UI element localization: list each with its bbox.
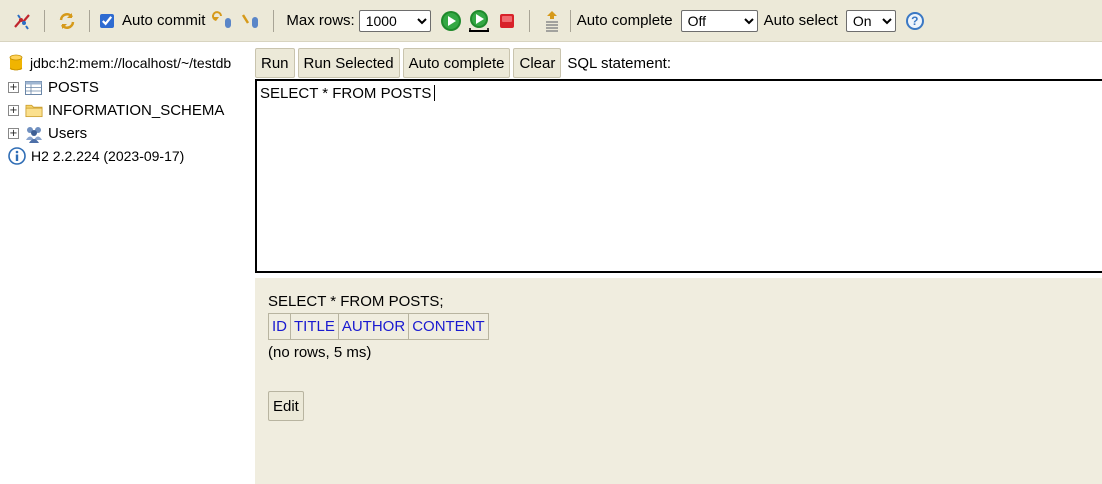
toolbar-separator (528, 9, 530, 32)
result-panel: SELECT * FROM POSTS; ID TITLE AUTHOR CON… (255, 278, 1102, 484)
column-header-content[interactable]: CONTENT (408, 313, 489, 340)
sql-editor[interactable]: SELECT * FROM POSTS (255, 79, 1102, 273)
expand-icon[interactable]: + (8, 82, 19, 93)
column-header-id[interactable]: ID (268, 313, 291, 340)
edit-button[interactable]: Edit (268, 391, 304, 421)
disconnect-icon[interactable] (10, 9, 34, 33)
stop-icon[interactable] (495, 9, 519, 33)
folder-icon (25, 103, 43, 119)
expand-icon[interactable]: + (8, 105, 19, 116)
history-icon[interactable] (540, 9, 564, 33)
tree-item-users[interactable]: + Users (8, 125, 88, 143)
run-button[interactable]: Run (255, 48, 295, 78)
database-icon (9, 54, 23, 71)
rollback-icon[interactable] (211, 9, 235, 33)
table-icon (25, 80, 43, 96)
max-rows-select[interactable]: 1000 (358, 9, 431, 32)
toolbar-separator (569, 9, 571, 32)
toolbar: Auto commit Max rows: 1000 Auto complete… (0, 0, 1102, 42)
auto-commit-checkbox[interactable] (100, 13, 114, 28)
query-button-row: Run Run Selected Auto complete Clear SQL… (255, 48, 671, 78)
query-panel: Run Run Selected Auto complete Clear SQL… (255, 42, 1102, 484)
tree-item-posts[interactable]: + POSTS (8, 79, 99, 96)
sql-editor-text: SELECT * FROM POSTS (260, 85, 432, 102)
auto-select-label: Auto select (763, 12, 838, 29)
auto-complete-select[interactable]: Off (680, 9, 758, 32)
version-label: H2 2.2.224 (2023-09-17) (31, 148, 185, 164)
expand-icon[interactable]: + (8, 128, 19, 139)
result-header-row: ID TITLE AUTHOR CONTENT (268, 313, 489, 340)
tree-item-label: Users (48, 125, 88, 142)
result-meta: (no rows, 5 ms) (268, 344, 372, 361)
result-table: ID TITLE AUTHOR CONTENT (268, 313, 489, 340)
connection-url: jdbc:h2:mem://localhost/~/testdb (30, 55, 232, 71)
auto-complete-button[interactable]: Auto complete (402, 48, 511, 78)
run-icon[interactable] (439, 9, 463, 33)
auto-select-select[interactable]: On (845, 9, 896, 32)
run-selected-button[interactable]: Run Selected (297, 48, 400, 78)
column-header-title[interactable]: TITLE (290, 313, 339, 340)
toolbar-separator (44, 9, 45, 32)
sql-statement-label: SQL statement: (567, 54, 672, 72)
connection-node[interactable]: jdbc:h2:mem://localhost/~/testdb (9, 54, 232, 71)
clear-button[interactable]: Clear (513, 48, 562, 78)
toolbar-separator (89, 9, 90, 32)
version-node: H2 2.2.224 (2023-09-17) (8, 147, 185, 165)
commit-icon[interactable] (239, 9, 263, 33)
run-selected-icon[interactable] (467, 9, 491, 33)
auto-commit-label: Auto commit (122, 12, 206, 29)
object-tree: jdbc:h2:mem://localhost/~/testdb + POSTS… (0, 42, 255, 484)
tree-item-label: INFORMATION_SCHEMA (48, 102, 225, 119)
toolbar-separator (273, 9, 275, 32)
column-header-author[interactable]: AUTHOR (337, 313, 410, 340)
tree-item-label: POSTS (48, 79, 99, 96)
text-caret (434, 85, 436, 101)
users-icon (25, 126, 43, 143)
result-sql: SELECT * FROM POSTS; (268, 293, 444, 310)
info-icon (8, 147, 26, 165)
help-icon[interactable]: ? (905, 11, 924, 30)
refresh-icon[interactable] (55, 9, 79, 33)
tree-item-information-schema[interactable]: + INFORMATION_SCHEMA (8, 102, 224, 119)
auto-complete-label: Auto complete (576, 12, 673, 29)
max-rows-label: Max rows: (286, 12, 355, 29)
